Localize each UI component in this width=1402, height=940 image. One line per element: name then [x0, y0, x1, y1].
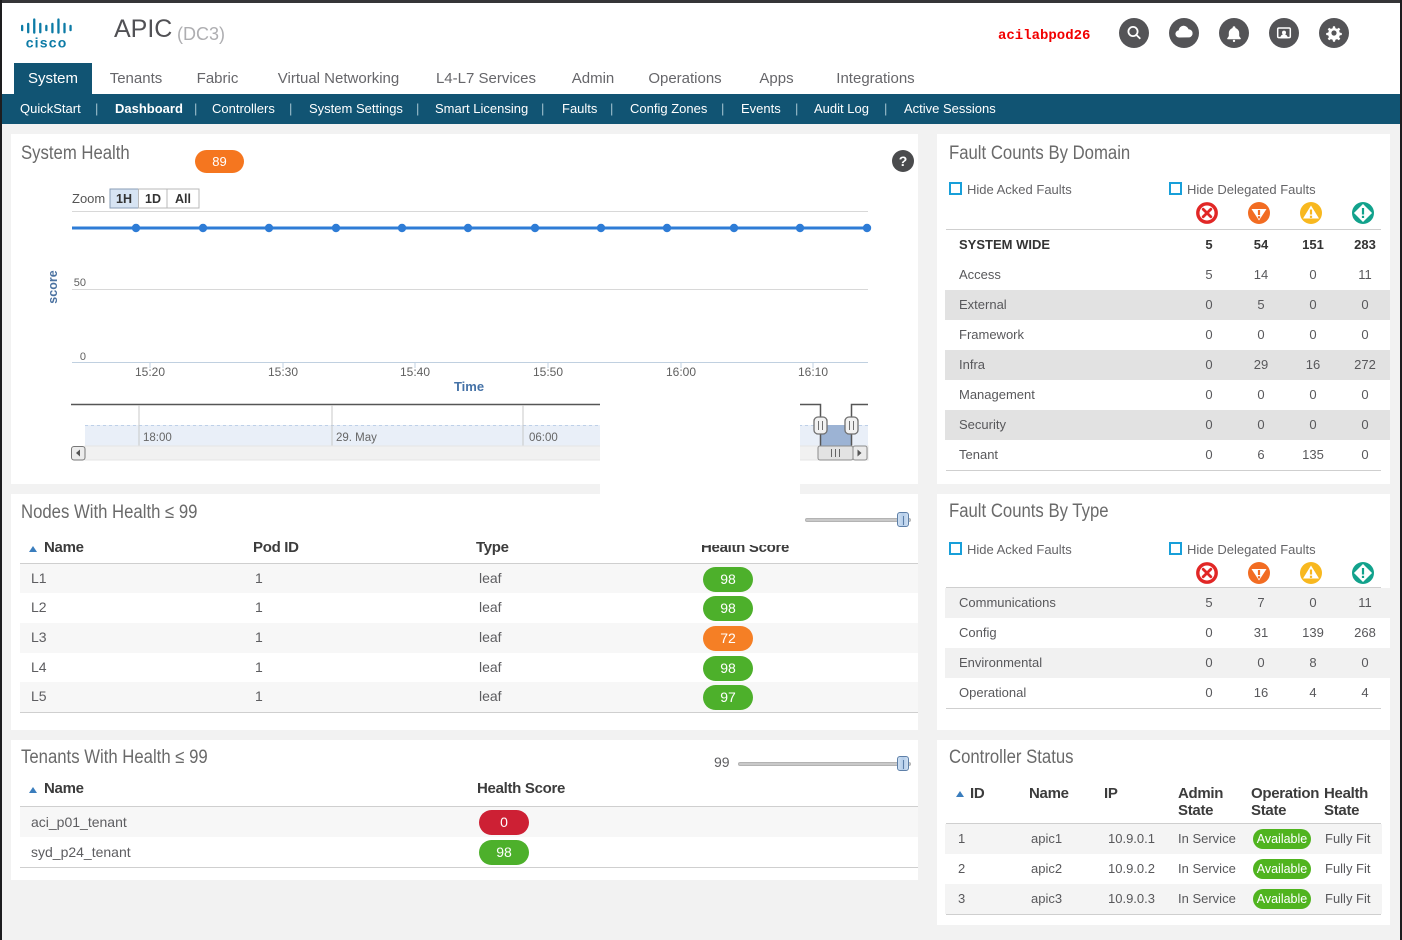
svg-text:18:00: 18:00: [143, 432, 172, 444]
svg-text:Time: Time: [454, 379, 484, 394]
svg-text:06:00: 06:00: [529, 432, 558, 444]
svg-text:16:10: 16:10: [798, 365, 828, 379]
svg-text:16:00: 16:00: [666, 365, 696, 379]
svg-text:15:40: 15:40: [400, 365, 430, 379]
svg-text:15:20: 15:20: [135, 365, 165, 379]
svg-text:15:30: 15:30: [268, 365, 298, 379]
svg-text:score: score: [46, 270, 60, 303]
svg-text:29. May: 29. May: [336, 432, 377, 444]
svg-text:All: All: [175, 192, 191, 206]
svg-text:Zoom: Zoom: [72, 191, 105, 206]
svg-text:15:50: 15:50: [533, 365, 563, 379]
svg-text:cisco: cisco: [26, 35, 68, 51]
svg-text:50: 50: [74, 277, 86, 289]
svg-text:1D: 1D: [145, 192, 161, 206]
svg-text:0: 0: [80, 351, 86, 363]
svg-text:1H: 1H: [116, 192, 132, 206]
